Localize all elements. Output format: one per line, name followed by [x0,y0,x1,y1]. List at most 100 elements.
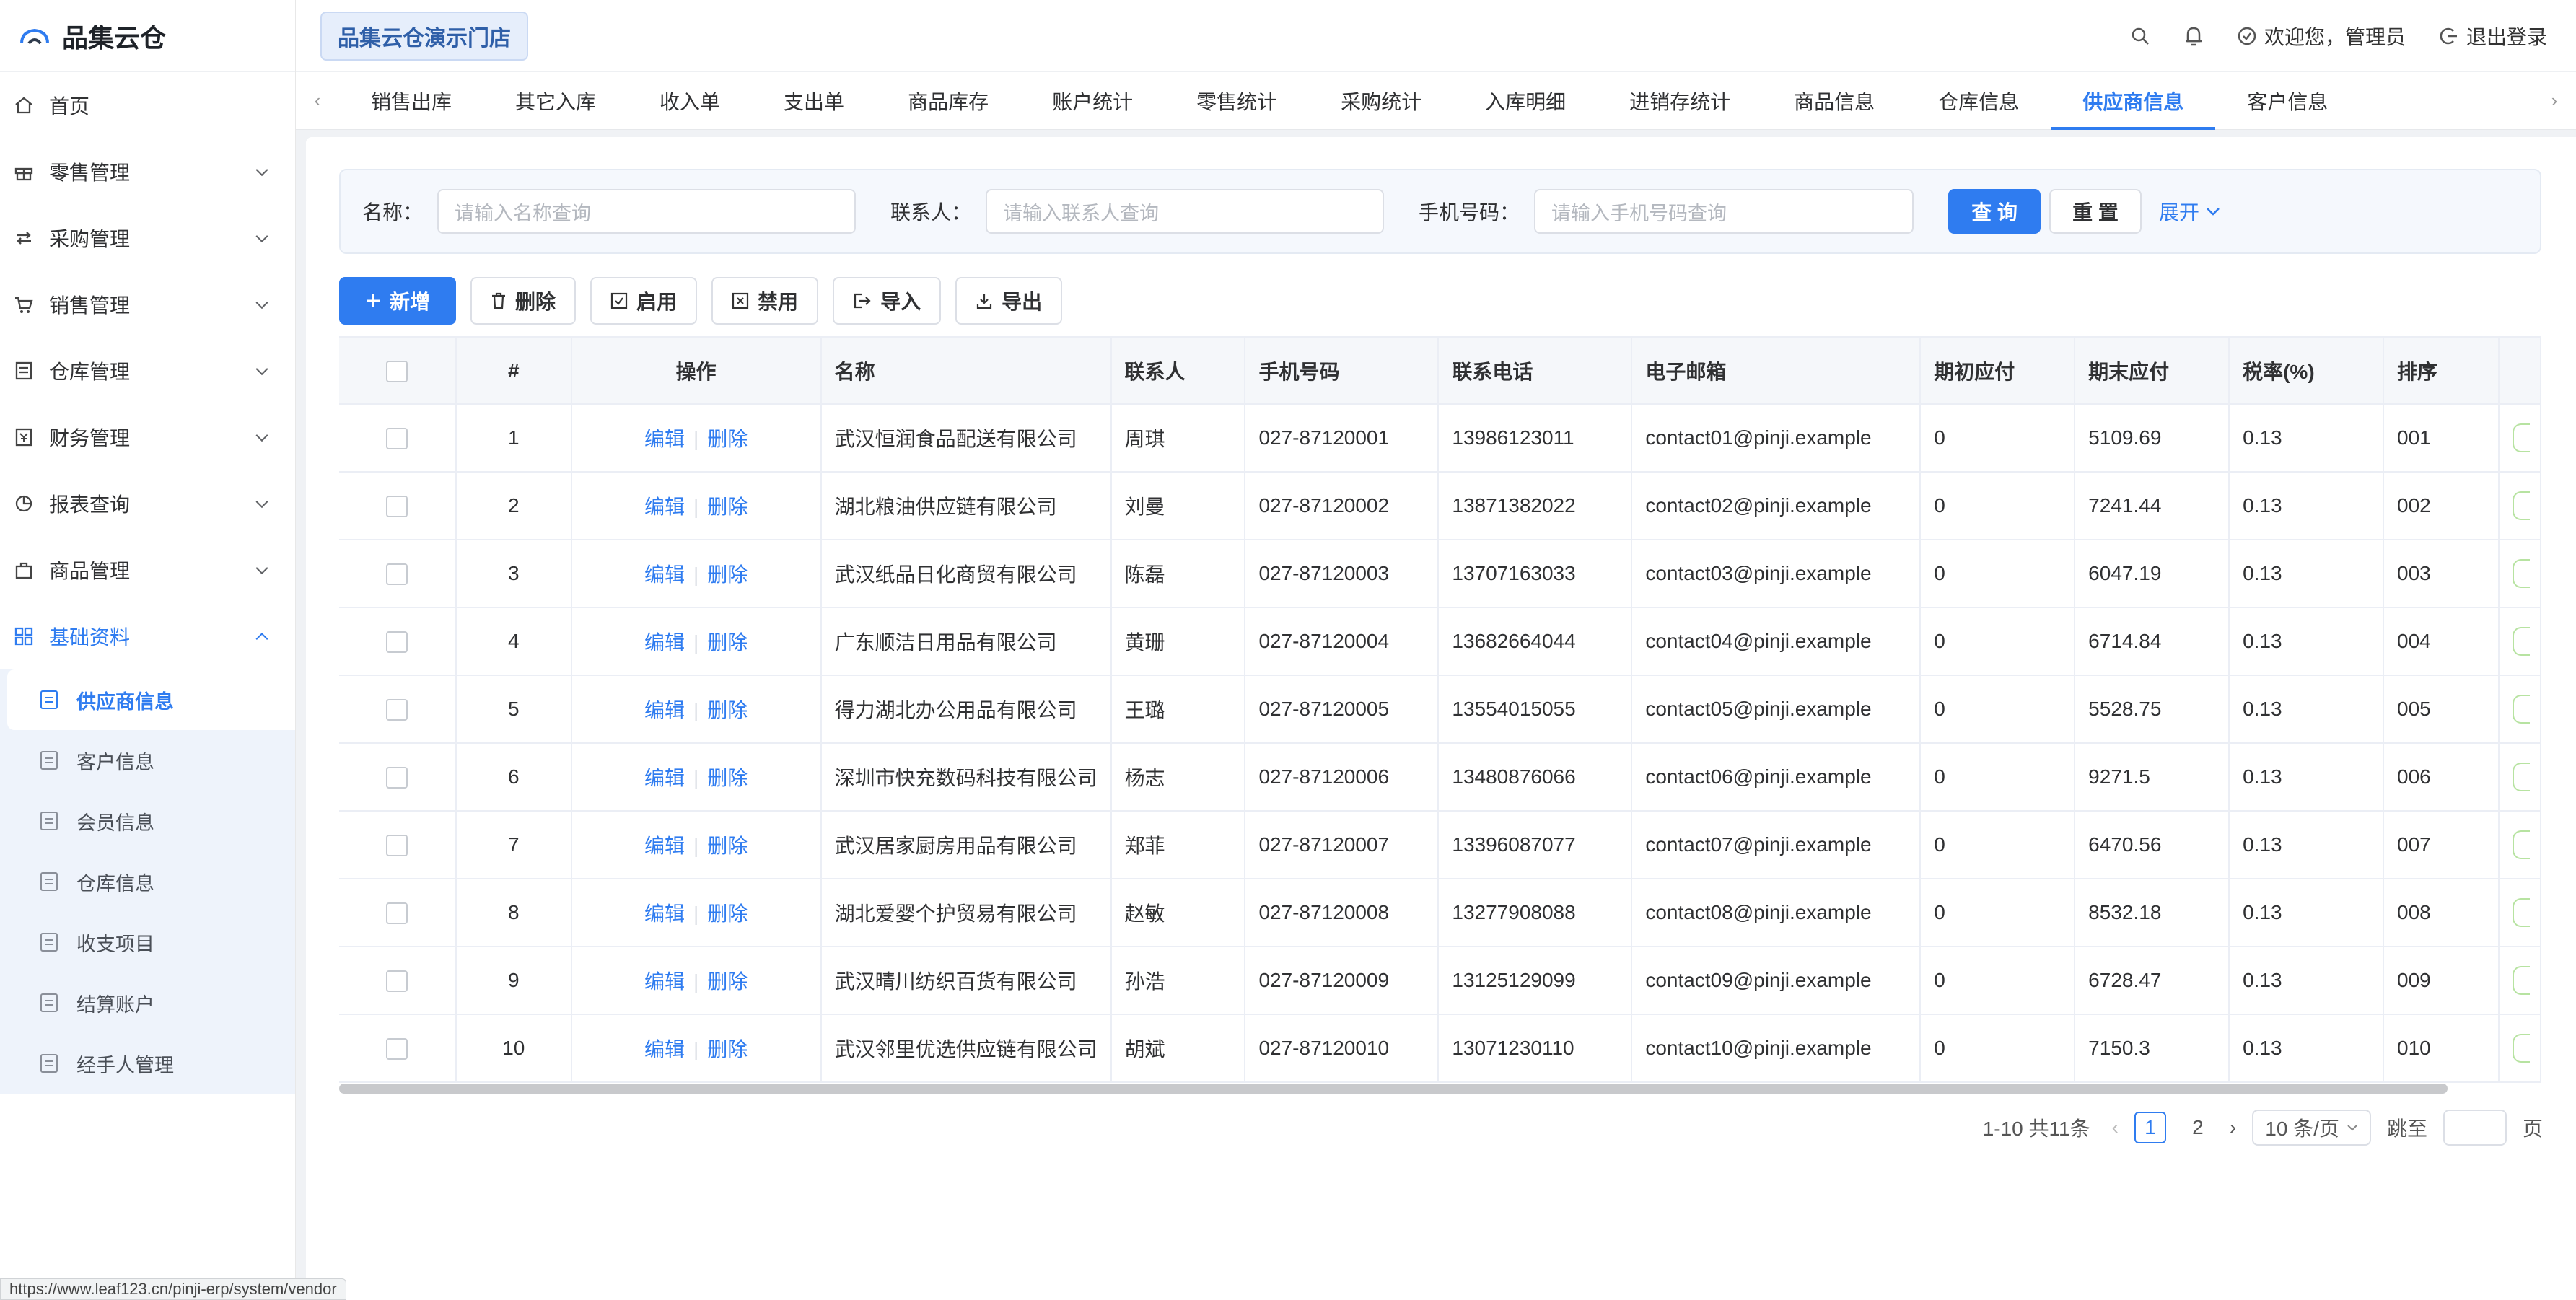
table-row[interactable]: 2 编辑 | 删除 湖北粮油供应链有限公司 刘曼 027-87120002 138713820… [339,472,2541,540]
col-header-email[interactable]: 电子邮箱 [1631,338,1922,405]
submenu-item-1[interactable]: 客户信息 [0,730,295,791]
edit-link[interactable]: 编辑 [644,563,685,586]
tab-13[interactable]: 客户信息 [2215,72,2360,130]
status-switch[interactable] [2512,830,2530,859]
row-checkbox[interactable] [339,879,457,947]
col-header-phone[interactable]: 联系电话 [1438,338,1633,405]
status-switch[interactable] [2512,491,2530,520]
tab-12[interactable]: 供应商信息 [2051,72,2216,130]
tab-0[interactable]: 销售出库 [339,72,483,130]
tab-scroll-left-icon[interactable]: ‹ [296,89,339,112]
edit-link[interactable]: 编辑 [644,767,685,789]
row-checkbox[interactable] [339,472,457,540]
page-1-button[interactable]: 1 [2134,1112,2166,1143]
edit-link[interactable]: 编辑 [644,496,685,518]
submenu-item-3[interactable]: 仓库信息 [0,851,295,912]
disable-button[interactable]: 禁用 [711,277,819,325]
add-button[interactable]: 新增 [339,277,457,325]
row-checkbox[interactable] [339,1014,457,1083]
welcome-user[interactable]: 欢迎您，管理员 [2237,22,2406,50]
row-checkbox[interactable] [339,947,457,1015]
status-switch[interactable] [2512,559,2530,588]
status-switch[interactable] [2512,695,2530,724]
status-switch[interactable] [2512,423,2530,452]
sidebar-item-3[interactable]: 销售管理 [0,271,295,338]
delete-button[interactable]: 删除 [470,277,577,325]
col-header-sort[interactable]: 排序 [2383,338,2500,405]
delete-link[interactable]: 删除 [707,496,748,518]
tab-4[interactable]: 商品库存 [876,72,1020,130]
tab-2[interactable]: 收入单 [628,72,752,130]
row-checkbox[interactable] [339,811,457,879]
tab-6[interactable]: 零售统计 [1165,72,1309,130]
tab-5[interactable]: 账户统计 [1020,72,1165,130]
delete-link[interactable]: 删除 [707,902,748,925]
col-header-mobile[interactable]: 手机号码 [1245,338,1440,405]
contact-search-input[interactable]: 请输入联系人查询 [986,189,1385,234]
phone-search-input[interactable]: 请输入手机号码查询 [1534,189,1914,234]
sidebar-item-1[interactable]: 零售管理 [0,139,295,205]
col-header-contact[interactable]: 联系人 [1110,338,1246,405]
table-row[interactable]: 7 编辑 | 删除 武汉居家厨房用品有限公司 郑菲 027-87120007 13396087… [339,811,2541,879]
sidebar-item-2[interactable]: 采购管理 [0,205,295,271]
status-switch[interactable] [2512,898,2530,927]
next-page-icon[interactable]: › [2230,1116,2236,1139]
tab-11[interactable]: 仓库信息 [1906,72,2051,130]
table-row[interactable]: 10 编辑 | 删除 武汉邻里优选供应链有限公司 胡斌 027-87120010 130712… [339,1014,2541,1083]
submenu-item-4[interactable]: 收支项目 [0,912,295,972]
row-checkbox[interactable] [339,607,457,676]
tab-10[interactable]: 商品信息 [1762,72,1906,130]
table-row[interactable]: 9 编辑 | 删除 武汉晴川纺织百货有限公司 孙浩 027-87120009 13125129… [339,947,2541,1015]
tab-9[interactable]: 进销存统计 [1598,72,1762,130]
row-checkbox[interactable] [339,540,457,608]
edit-link[interactable]: 编辑 [644,631,685,654]
tab-3[interactable]: 支出单 [752,72,876,130]
expand-toggle[interactable]: 展开 [2159,197,2221,226]
store-tag[interactable]: 品集云仓演示门店 [320,11,528,61]
status-switch[interactable] [2512,627,2530,656]
edit-link[interactable]: 编辑 [644,428,685,450]
tab-7[interactable]: 采购统计 [1309,72,1453,130]
row-checkbox[interactable] [339,404,457,473]
reset-button[interactable]: 重 置 [2049,189,2142,234]
col-header-begin-payable[interactable]: 期初应付 [1920,338,2076,405]
enable-button[interactable]: 启用 [590,277,698,325]
status-switch[interactable] [2512,763,2530,791]
delete-link[interactable]: 删除 [707,563,748,586]
col-header-end-payable[interactable]: 期末应付 [2075,338,2230,405]
table-row[interactable]: 6 编辑 | 删除 深圳市快充数码科技有限公司 杨志 027-87120006 1348087… [339,743,2541,812]
tab-1[interactable]: 其它入库 [483,72,628,130]
col-header-tax-rate[interactable]: 税率(%) [2229,338,2384,405]
delete-link[interactable]: 删除 [707,970,748,993]
row-checkbox[interactable] [339,743,457,812]
table-row[interactable]: 1 编辑 | 删除 武汉恒润食品配送有限公司 周琪 027-87120001 13986123… [339,404,2541,473]
sidebar-item-8[interactable]: 基础资料 [0,603,295,669]
table-row[interactable]: 5 编辑 | 删除 得力湖北办公用品有限公司 王璐 027-87120005 13554015… [339,675,2541,744]
prev-page-icon[interactable]: ‹ [2112,1116,2119,1139]
delete-link[interactable]: 删除 [707,699,748,721]
query-button[interactable]: 查 询 [1948,189,2041,234]
submenu-item-2[interactable]: 会员信息 [0,791,295,851]
table-row[interactable]: 8 编辑 | 删除 湖北爱婴个护贸易有限公司 赵敏 027-87120008 13277908… [339,879,2541,947]
sidebar-item-6[interactable]: 报表查询 [0,470,295,537]
sidebar-item-0[interactable]: 首页 [0,72,295,139]
search-icon[interactable] [2130,26,2150,46]
app-logo[interactable]: 品集云仓 [0,0,295,72]
table-row[interactable]: 4 编辑 | 删除 广东顺洁日用品有限公司 黄珊 027-87120004 136826640… [339,607,2541,676]
submenu-item-6[interactable]: 经手人管理 [0,1033,295,1094]
row-checkbox[interactable] [339,675,457,744]
status-switch[interactable] [2512,966,2530,995]
delete-link[interactable]: 删除 [707,835,748,857]
edit-link[interactable]: 编辑 [644,699,685,721]
name-search-input[interactable]: 请输入名称查询 [437,189,857,234]
delete-link[interactable]: 删除 [707,428,748,450]
sidebar-item-4[interactable]: 仓库管理 [0,338,295,404]
col-header-name[interactable]: 名称 [820,338,1112,405]
sidebar-item-5[interactable]: 财务管理 [0,404,295,470]
submenu-item-0[interactable]: 供应商信息 [7,669,295,730]
delete-link[interactable]: 删除 [707,767,748,789]
logout-button[interactable]: 退出登录 [2439,22,2547,50]
status-switch[interactable] [2512,1034,2530,1063]
horizontal-scrollbar[interactable] [339,1084,2448,1094]
delete-link[interactable]: 删除 [707,1038,748,1060]
